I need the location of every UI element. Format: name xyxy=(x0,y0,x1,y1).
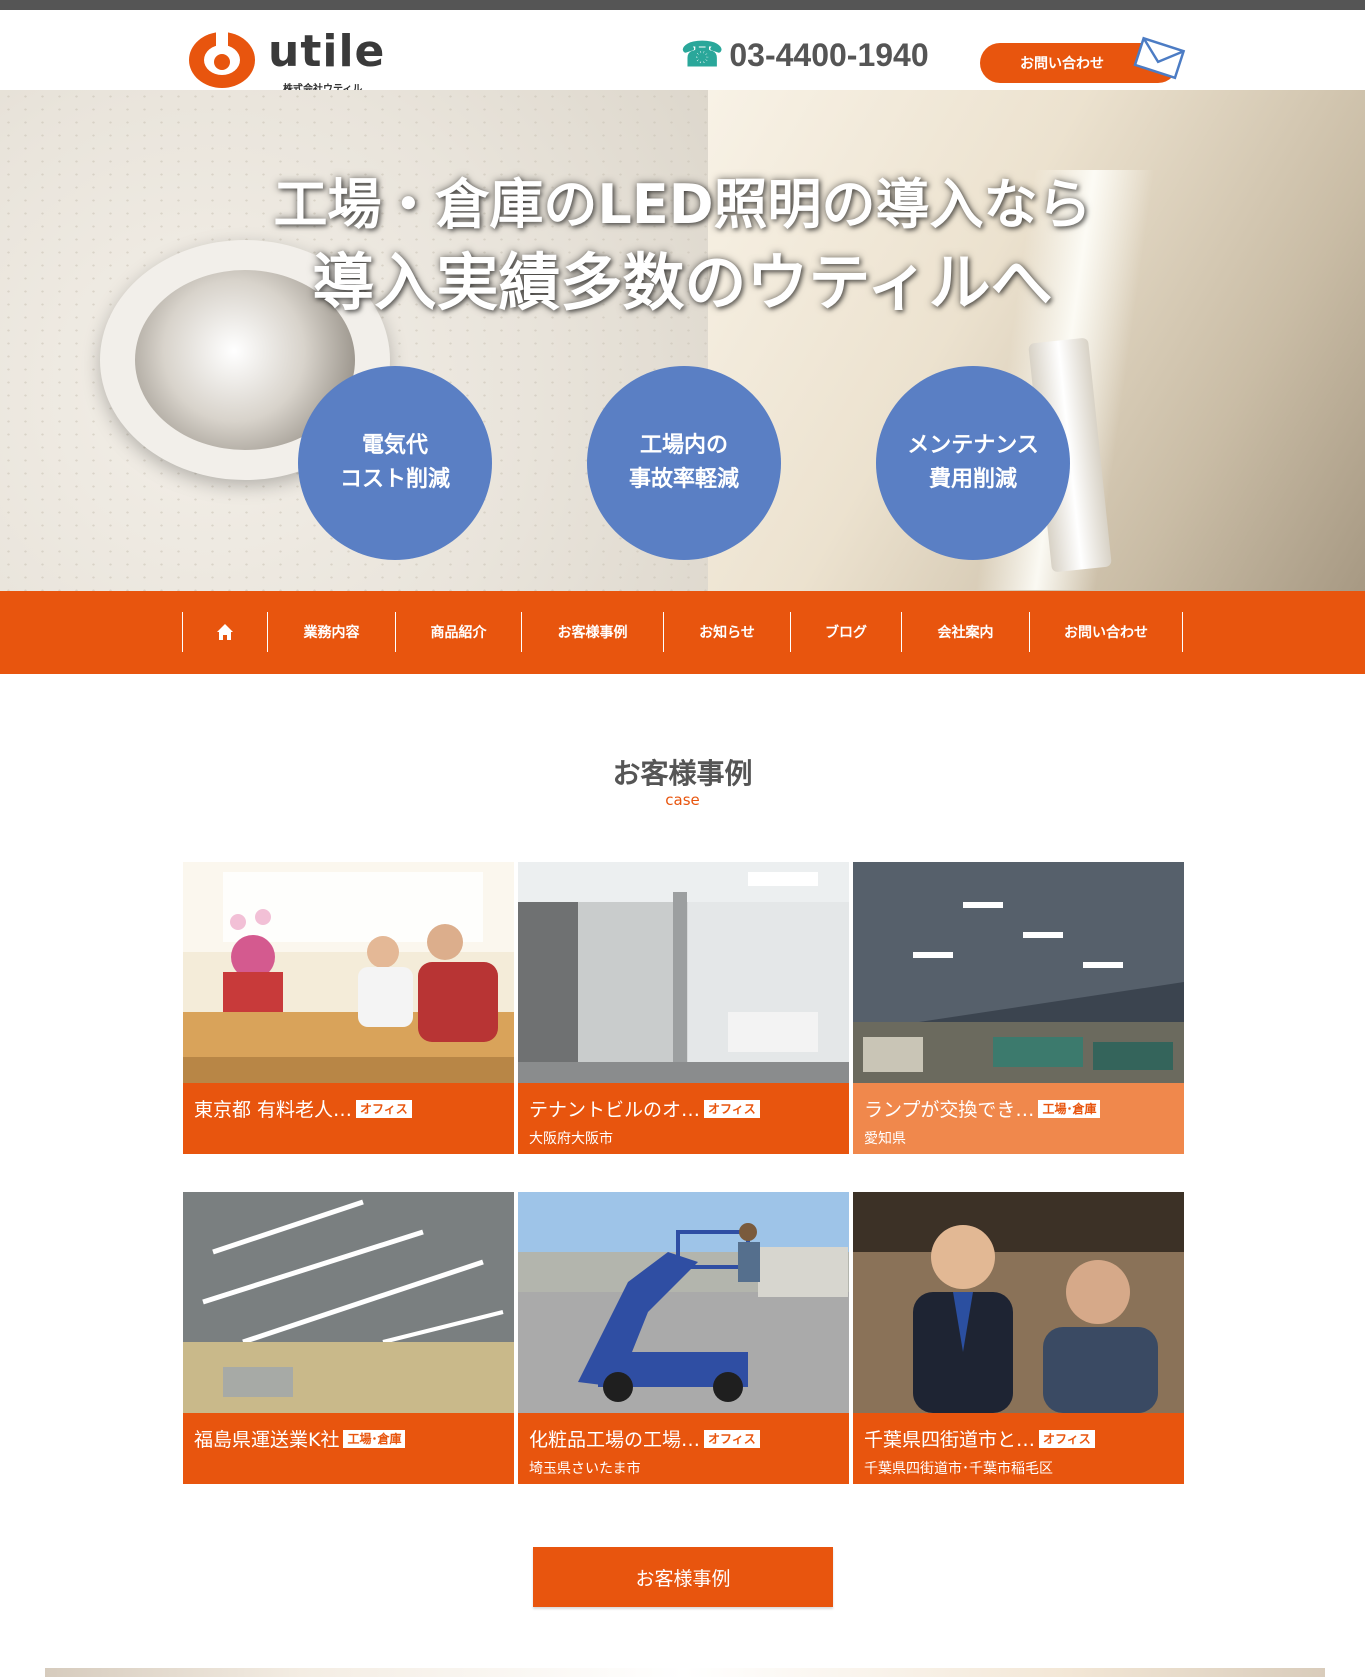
logo-mark-icon xyxy=(189,30,255,88)
site-header: utile 株式会社ウティル ☎ 03-4400-1940 お問い合わせ xyxy=(0,10,1365,95)
nav-item-cases[interactable]: お客様事例 xyxy=(521,612,663,652)
nav-item-blog[interactable]: ブログ xyxy=(790,612,901,652)
case-photo-6-icon xyxy=(853,1192,1184,1413)
case-title-row: ランプが交換でき… 工場･倉庫 xyxy=(864,1095,1174,1122)
case-photo-2-icon xyxy=(518,862,849,1083)
case-photo-warehouse xyxy=(853,862,1184,1083)
next-section-strip xyxy=(45,1668,1325,1677)
phone-number[interactable]: ☎ 03-4400-1940 xyxy=(681,35,929,75)
main-nav: 業務内容 商品紹介 お客様事例 お知らせ ブログ 会社案内 お問い合わせ xyxy=(0,591,1365,674)
case-photo-1-icon xyxy=(183,862,514,1083)
case-card[interactable]: ランプが交換でき… 工場･倉庫 愛知県 xyxy=(853,862,1184,1154)
case-location: 埼玉県さいたま市 xyxy=(529,1461,641,1477)
nav-item-contact[interactable]: お問い合わせ xyxy=(1029,612,1183,652)
case-title-row: 化粧品工場の工場… オフィス xyxy=(529,1425,839,1452)
case-tag: オフィス xyxy=(704,1429,760,1448)
hero-headline-line1: 工場・倉庫のLED照明の導入なら xyxy=(273,173,1092,236)
case-photo-3-icon xyxy=(853,862,1184,1083)
nav-item-news[interactable]: お知らせ xyxy=(663,612,790,652)
section-subtitle: case xyxy=(665,791,700,809)
case-title-row: 東京都 有料老人… オフィス xyxy=(194,1095,504,1122)
top-bar xyxy=(0,0,1365,10)
case-title-row: テナントビルのオ… オフィス xyxy=(529,1095,839,1122)
case-info: テナントビルのオ… オフィス 大阪府大阪市 xyxy=(518,1083,849,1154)
case-info: 東京都 有料老人… オフィス xyxy=(183,1083,514,1154)
case-location: 大阪府大阪市 xyxy=(529,1131,613,1147)
hero-headline-line2: 導入実績多数のウティルへ xyxy=(312,246,1053,319)
case-title-row: 千葉県四街道市と… オフィス xyxy=(864,1425,1174,1452)
case-card[interactable]: テナントビルのオ… オフィス 大阪府大阪市 xyxy=(518,862,849,1154)
case-info: ランプが交換でき… 工場･倉庫 愛知県 xyxy=(853,1083,1184,1154)
benefit-bubble-cost: 電気代 コスト削減 xyxy=(298,366,492,560)
case-card[interactable]: 東京都 有料老人… オフィス xyxy=(183,862,514,1154)
case-photo-cosmetics-factory xyxy=(518,1192,849,1413)
case-photo-4-icon xyxy=(183,1192,514,1413)
case-tag: オフィス xyxy=(1039,1429,1095,1448)
benefit-bubble-safety: 工場内の 事故率軽減 xyxy=(587,366,781,560)
logo[interactable]: utile 株式会社ウティル xyxy=(186,20,396,95)
nav-item-company[interactable]: 会社案内 xyxy=(901,612,1029,652)
case-title: ランプが交換でき… xyxy=(864,1099,1035,1121)
case-card[interactable]: 化粧品工場の工場… オフィス 埼玉県さいたま市 xyxy=(518,1192,849,1484)
case-tag: オフィス xyxy=(704,1099,760,1118)
case-photo-office xyxy=(518,862,849,1083)
case-title: 東京都 有料老人… xyxy=(194,1099,353,1121)
case-card[interactable]: 千葉県四街道市と… オフィス 千葉県四街道市･千葉市稲毛区 xyxy=(853,1192,1184,1484)
case-tag: 工場･倉庫 xyxy=(343,1429,406,1448)
case-info: 千葉県四街道市と… オフィス 千葉県四街道市･千葉市稲毛区 xyxy=(853,1413,1184,1484)
nav-home[interactable] xyxy=(182,612,267,652)
nav-item-services[interactable]: 業務内容 xyxy=(267,612,395,652)
case-photo-transport xyxy=(183,1192,514,1413)
hero-headline: 工場・倉庫のLED照明の導入なら 導入実績多数のウティルへ xyxy=(0,170,1365,326)
case-title: 化粧品工場の工場… xyxy=(529,1429,701,1451)
benefit-bubble-maintenance: メンテナンス 費用削減 xyxy=(876,366,1070,560)
case-photo-5-icon xyxy=(518,1192,849,1413)
contact-button-label: お問い合わせ xyxy=(1020,56,1104,72)
case-info: 化粧品工場の工場… オフィス 埼玉県さいたま市 xyxy=(518,1413,849,1484)
case-tag: 工場･倉庫 xyxy=(1038,1099,1101,1118)
case-tag: オフィス xyxy=(356,1099,412,1118)
cases-more-button[interactable]: お客様事例 xyxy=(533,1547,833,1607)
case-photo-chiba xyxy=(853,1192,1184,1413)
home-icon xyxy=(217,624,233,640)
case-location: 千葉県四街道市･千葉市稲毛区 xyxy=(864,1461,1053,1477)
nav-item-products[interactable]: 商品紹介 xyxy=(395,612,521,652)
case-title-row: 福島県運送業K社 工場･倉庫 xyxy=(194,1425,504,1452)
section-title: お客様事例 xyxy=(612,757,753,790)
case-photo-nursing-home xyxy=(183,862,514,1083)
case-title: テナントビルのオ… xyxy=(529,1099,701,1121)
phone-text: 03-4400-1940 xyxy=(729,36,929,73)
case-location: 愛知県 xyxy=(864,1131,906,1147)
logo-wordmark: utile xyxy=(268,26,386,77)
hero-banner: 工場・倉庫のLED照明の導入なら 導入実績多数のウティルへ 電気代 コスト削減 … xyxy=(0,90,1365,591)
case-title: 千葉県四街道市と… xyxy=(864,1429,1036,1451)
case-title: 福島県運送業K社 xyxy=(194,1429,340,1451)
case-card[interactable]: 福島県運送業K社 工場･倉庫 xyxy=(183,1192,514,1484)
phone-icon: ☎ xyxy=(681,36,724,74)
mail-icon xyxy=(1133,36,1186,80)
case-info: 福島県運送業K社 工場･倉庫 xyxy=(183,1413,514,1484)
